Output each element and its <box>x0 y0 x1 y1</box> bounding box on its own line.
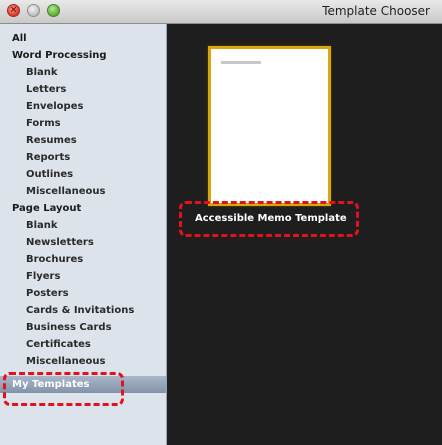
close-icon: × <box>9 5 18 15</box>
sidebar-item-word-processing[interactable]: Word Processing <box>0 47 166 64</box>
sidebar-item-posters[interactable]: Posters <box>0 285 166 302</box>
zoom-button[interactable] <box>47 4 60 17</box>
sidebar-item-newsletters[interactable]: Newsletters <box>0 234 166 251</box>
window-title: Template Chooser <box>322 4 430 18</box>
thumbnail-memo-heading <box>221 61 261 64</box>
sidebar-item-pl-miscellaneous[interactable]: Miscellaneous <box>0 353 166 370</box>
sidebar-item-forms[interactable]: Forms <box>0 115 166 132</box>
template-chooser-window: × Template Chooser All Word Processing B… <box>0 0 442 445</box>
title-bar[interactable]: × Template Chooser <box>0 0 442 24</box>
sidebar-item-flyers[interactable]: Flyers <box>0 268 166 285</box>
sidebar-item-letters[interactable]: Letters <box>0 81 166 98</box>
sidebar-item-wp-blank[interactable]: Blank <box>0 64 166 81</box>
sidebar-item-pl-blank[interactable]: Blank <box>0 217 166 234</box>
sidebar-item-outlines[interactable]: Outlines <box>0 166 166 183</box>
sidebar-item-resumes[interactable]: Resumes <box>0 132 166 149</box>
template-grid: Accessible Memo Template <box>167 24 442 445</box>
sidebar-item-page-layout[interactable]: Page Layout <box>0 200 166 217</box>
sidebar-item-my-templates[interactable]: My Templates <box>0 376 166 393</box>
sidebar-item-brochures[interactable]: Brochures <box>0 251 166 268</box>
template-thumbnail[interactable] <box>208 46 331 206</box>
template-label[interactable]: Accessible Memo Template <box>195 213 347 224</box>
sidebar-item-reports[interactable]: Reports <box>0 149 166 166</box>
minimize-button[interactable] <box>27 4 40 17</box>
sidebar-item-envelopes[interactable]: Envelopes <box>0 98 166 115</box>
sidebar-item-wp-miscellaneous[interactable]: Miscellaneous <box>0 183 166 200</box>
sidebar-item-business-cards[interactable]: Business Cards <box>0 319 166 336</box>
sidebar-item-certificates[interactable]: Certificates <box>0 336 166 353</box>
close-button[interactable]: × <box>7 4 20 17</box>
category-sidebar: All Word Processing Blank Letters Envelo… <box>0 24 167 445</box>
sidebar-item-all[interactable]: All <box>0 30 166 47</box>
sidebar-item-cards-invitations[interactable]: Cards & Invitations <box>0 302 166 319</box>
